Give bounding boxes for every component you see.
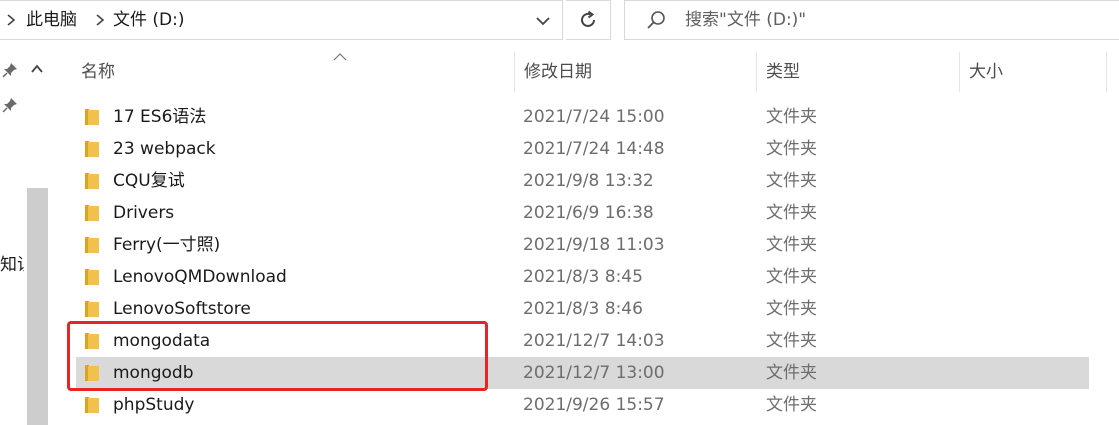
address-history-button[interactable]: [527, 5, 559, 37]
folder-icon: [85, 109, 99, 125]
column-header-size[interactable]: 大小: [969, 61, 1003, 83]
folder-icon: [85, 397, 99, 413]
highlight-annotation: [67, 321, 488, 391]
file-modified-date: 2021/6/9 16:38: [523, 203, 654, 223]
folder-icon: [85, 237, 99, 253]
refresh-button[interactable]: [566, 0, 611, 40]
file-row[interactable]: Drivers 2021/6/9 16:38 文件夹: [76, 197, 1089, 229]
file-modified-date: 2021/7/24 14:48: [523, 139, 665, 159]
column-divider[interactable]: [756, 52, 757, 92]
folder-icon: [85, 173, 99, 189]
navigation-pane: 知识: [0, 52, 48, 425]
file-type: 文件夹: [766, 107, 817, 127]
column-header-name[interactable]: 名称: [81, 61, 115, 83]
chevron-down-icon: [536, 17, 550, 26]
file-row[interactable]: 23 webpack 2021/7/24 14:48 文件夹: [76, 133, 1089, 165]
folder-icon: [85, 205, 99, 221]
file-name: 17 ES6语法: [113, 107, 207, 127]
file-modified-date: 2021/8/3 8:46: [523, 299, 643, 319]
file-modified-date: 2021/12/7 14:03: [523, 331, 665, 351]
file-row[interactable]: CQU复试 2021/9/8 13:32 文件夹: [76, 165, 1089, 197]
pin-icon[interactable]: [2, 62, 18, 78]
column-header-date[interactable]: 修改日期: [524, 61, 592, 83]
sort-ascending-icon: [333, 53, 347, 61]
file-type: 文件夹: [766, 331, 817, 351]
nav-scrollbar[interactable]: [27, 188, 48, 425]
address-bar: 此电脑 文件 (D:) 搜索"文件 (D:)": [0, 0, 1119, 41]
file-modified-date: 2021/7/24 15:00: [523, 107, 665, 127]
refresh-icon: [581, 10, 595, 27]
file-row[interactable]: Ferry(一寸照) 2021/9/18 11:03 文件夹: [76, 229, 1089, 261]
file-type: 文件夹: [766, 171, 817, 191]
file-name: CQU复试: [113, 171, 185, 191]
file-modified-date: 2021/9/18 11:03: [523, 235, 665, 255]
file-explorer-window: 此电脑 文件 (D:) 搜索"文件 (D:)" 知 名称 修改日期 类型 大小 …: [0, 0, 1119, 425]
file-modified-date: 2021/12/7 13:00: [523, 363, 665, 383]
file-modified-date: 2021/9/26 15:57: [523, 395, 665, 415]
folder-icon: [85, 269, 99, 285]
breadcrumb-drive-d[interactable]: 文件 (D:): [113, 10, 185, 30]
file-type: 文件夹: [766, 235, 817, 255]
file-name: LenovoSoftstore: [113, 299, 251, 319]
breadcrumb[interactable]: 此电脑 文件 (D:): [0, 0, 563, 40]
column-divider[interactable]: [959, 52, 960, 92]
search-placeholder: 搜索"文件 (D:)": [685, 10, 807, 30]
breadcrumb-separator-icon[interactable]: [94, 10, 106, 36]
file-type: 文件夹: [766, 395, 817, 415]
column-header-type[interactable]: 类型: [766, 61, 800, 83]
file-name: LenovoQMDownload: [113, 267, 287, 287]
file-type: 文件夹: [766, 139, 817, 159]
file-row[interactable]: LenovoQMDownload 2021/8/3 8:45 文件夹: [76, 261, 1089, 293]
column-divider[interactable]: [1106, 52, 1107, 92]
folder-icon: [85, 141, 99, 157]
file-type: 文件夹: [766, 267, 817, 287]
file-type: 文件夹: [766, 299, 817, 319]
file-modified-date: 2021/8/3 8:45: [523, 267, 643, 287]
folder-icon: [85, 301, 99, 317]
file-type: 文件夹: [766, 203, 817, 223]
column-header-row: 名称 修改日期 类型 大小: [48, 52, 1119, 92]
search-input[interactable]: 搜索"文件 (D:)": [624, 0, 1119, 40]
column-divider[interactable]: [514, 52, 515, 92]
file-modified-date: 2021/9/8 13:32: [523, 171, 654, 191]
file-name: phpStudy: [113, 395, 195, 415]
search-icon: [647, 11, 665, 29]
file-row[interactable]: phpStudy 2021/9/26 15:57 文件夹: [76, 389, 1089, 421]
breadcrumb-this-pc[interactable]: 此电脑: [26, 10, 77, 30]
file-type: 文件夹: [766, 363, 817, 383]
nav-item-label[interactable]: 知识: [0, 254, 24, 276]
breadcrumb-chevron-icon[interactable]: [4, 12, 18, 28]
file-name: Ferry(一寸照): [113, 235, 221, 255]
file-name: Drivers: [113, 203, 175, 223]
file-row[interactable]: 17 ES6语法 2021/7/24 15:00 文件夹: [76, 101, 1089, 133]
scroll-up-icon[interactable]: [30, 62, 44, 76]
pin-icon[interactable]: [2, 97, 18, 113]
file-name: 23 webpack: [113, 139, 216, 159]
